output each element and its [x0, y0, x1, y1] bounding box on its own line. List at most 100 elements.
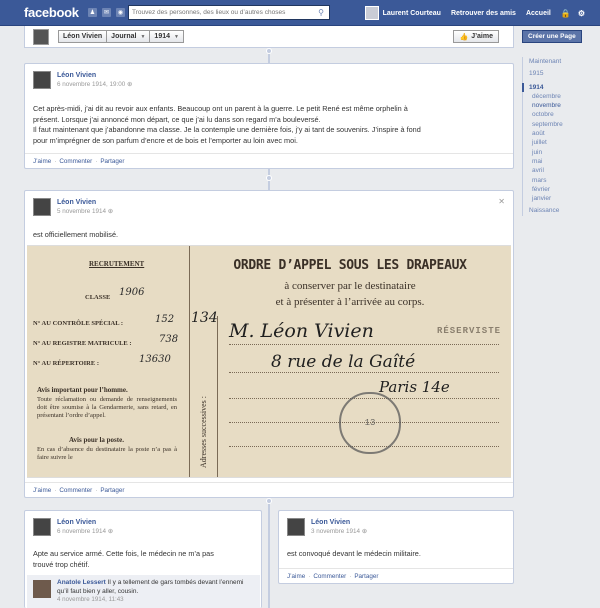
commenter-name[interactable]: Anatole Lessert	[57, 579, 106, 586]
doc-side-number: 134	[191, 310, 218, 326]
post-text-line: Il faut maintenant que j’abandonne ma cl…	[33, 125, 421, 134]
comment-date[interactable]: 4 novembre 1914, 11:43	[57, 596, 254, 605]
doc-matricule-value: 738	[159, 334, 179, 345]
friend-requests-icon[interactable]: ♟	[88, 8, 97, 17]
doc-reserviste-stamp: RÉSERVISTE	[436, 326, 501, 336]
like-page-button[interactable]: 👍 J’aime	[453, 30, 499, 43]
timeline-post: Léon Vivien 6 novembre 1914 ⊕ Apte au se…	[24, 510, 262, 608]
timeline-nav-month[interactable]: février	[523, 185, 582, 194]
home-link[interactable]: Accueil	[526, 10, 551, 17]
user-avatar[interactable]	[364, 6, 379, 20]
profile-thumbnail[interactable]	[33, 29, 49, 45]
timeline-nav-1914[interactable]: 1914	[522, 82, 582, 92]
post-actions: J’aime · Commenter · Partager	[279, 568, 513, 583]
post-date-text[interactable]: 6 novembre 1914	[57, 528, 106, 535]
post-date-text[interactable]: 6 novembre 1914, 19:00	[57, 81, 125, 88]
privacy-lock-icon[interactable]: 🔒	[561, 9, 571, 18]
postmark-stamp: 13	[339, 392, 401, 454]
timeline-nav-1915[interactable]: 1915	[523, 69, 582, 78]
doc-repertoire-value: 13630	[139, 354, 171, 365]
commenter-avatar[interactable]	[33, 580, 51, 598]
breadcrumb-name-label: Léon Vivien	[63, 33, 103, 40]
post-date: 6 novembre 1914 ⊕	[57, 528, 113, 535]
globe-icon: ⊕	[107, 528, 114, 535]
share-link[interactable]: Partager	[100, 487, 124, 494]
mobilization-order-photo[interactable]: RECRUTEMENT CLASSE 1906 N° AU CONTRÔLE S…	[27, 245, 511, 478]
timeline-nav-month[interactable]: novembre	[523, 101, 582, 110]
timeline-post: Léon Vivien 5 novembre 1914 ⊕ ✕ est offi…	[24, 190, 514, 498]
create-page-button[interactable]: Créer une Page	[522, 30, 582, 43]
timeline-nav-month[interactable]: janvier	[523, 194, 582, 203]
close-icon[interactable]: ✕	[498, 197, 505, 206]
search-input[interactable]	[129, 6, 315, 19]
thumbs-up-icon: 👍	[459, 33, 469, 41]
post-author[interactable]: Léon Vivien	[311, 519, 350, 526]
comment-link[interactable]: Commenter	[59, 158, 92, 165]
breadcrumb-year-label: 1914	[154, 33, 170, 40]
breadcrumb-section[interactable]: Journal ▼	[106, 30, 151, 43]
author-avatar[interactable]	[33, 518, 51, 536]
timeline-nav-month[interactable]: septembre	[523, 120, 582, 129]
share-link[interactable]: Partager	[354, 573, 378, 580]
doc-vertical-label: Adresses successives :	[199, 396, 208, 468]
breadcrumb-name[interactable]: Léon Vivien	[58, 30, 108, 43]
timeline-nav-month[interactable]: août	[523, 129, 582, 138]
post-actions: J’aime · Commenter · Partager	[25, 482, 513, 497]
find-friends-link[interactable]: Retrouver des amis	[451, 10, 516, 17]
doc-dotted-line	[229, 372, 499, 373]
timeline-nav-month[interactable]: juillet	[523, 138, 582, 147]
breadcrumb-year[interactable]: 1914 ▼	[149, 30, 184, 43]
chevron-down-icon: ▼	[140, 33, 146, 40]
notifications-icon[interactable]: ◉	[116, 8, 125, 17]
globe-icon: ⊕	[361, 528, 368, 535]
doc-avis2-text: En cas d’absence du destinataire la post…	[37, 446, 177, 461]
chevron-down-icon: ▼	[174, 33, 179, 40]
timeline-dot	[266, 175, 272, 181]
user-name-link[interactable]: Laurent Courteau	[383, 10, 441, 17]
timeline-nav-month[interactable]: octobre	[523, 110, 582, 119]
comment: Anatole Lessert Il y a tellement de gars…	[27, 575, 260, 608]
comment-link[interactable]: Commenter	[59, 487, 92, 494]
timeline-nav-month[interactable]: juin	[523, 148, 582, 157]
share-link[interactable]: Partager	[100, 158, 124, 165]
doc-street: 8 rue de la Gaîté	[271, 352, 416, 372]
like-link[interactable]: J’aime	[33, 487, 51, 494]
doc-city: Paris 14e	[379, 378, 450, 396]
settings-gear-icon[interactable]: ⚙	[578, 9, 585, 18]
doc-controle-value: 152	[155, 314, 175, 325]
messages-icon[interactable]: ✉	[102, 8, 111, 17]
timeline-nav-month[interactable]: mai	[523, 157, 582, 166]
globe-icon: ⊕	[127, 81, 133, 88]
timeline-nav-month[interactable]: mars	[523, 176, 582, 185]
breadcrumb: Léon Vivien Journal ▼ 1914 ▼	[58, 30, 184, 43]
top-nav-right: Laurent Courteau Retrouver des amis Accu…	[364, 0, 592, 26]
author-avatar[interactable]	[33, 198, 51, 216]
search-box: ⚲	[128, 5, 330, 20]
author-avatar[interactable]	[33, 71, 51, 89]
post-date-text[interactable]: 5 novembre 1914	[57, 208, 106, 215]
timeline-nav-month[interactable]: avril	[523, 166, 582, 175]
breadcrumb-section-label: Journal	[111, 33, 137, 40]
post-author[interactable]: Léon Vivien	[57, 199, 96, 206]
post-body: Apte au service armé. Cette fois, le méd…	[25, 541, 261, 572]
post-text-line: trouvé trop chétif.	[33, 559, 90, 569]
doc-recrutement: RECRUTEMENT	[89, 260, 145, 268]
post-actions: J’aime · Commenter · Partager	[25, 153, 513, 168]
post-date: 3 novembre 1914 ⊕	[311, 528, 367, 535]
like-link[interactable]: J’aime	[33, 158, 51, 165]
post-author[interactable]: Léon Vivien	[57, 72, 96, 79]
post-date-text[interactable]: 3 novembre 1914	[311, 528, 360, 535]
notification-jewels: ♟ ✉ ◉	[88, 8, 125, 17]
timeline-nav-month[interactable]: décembre	[523, 92, 582, 101]
timeline-dot	[266, 48, 272, 54]
facebook-logo[interactable]: facebook	[24, 5, 79, 20]
like-link[interactable]: J’aime	[287, 573, 305, 580]
globe-icon: ⊕	[107, 208, 114, 215]
author-avatar[interactable]	[287, 518, 305, 536]
timeline-nav-now[interactable]: Maintenant	[523, 57, 582, 66]
doc-avis2-title: Avis pour la poste.	[69, 436, 124, 444]
timeline-nav-birth[interactable]: Naissance	[523, 206, 582, 215]
post-author[interactable]: Léon Vivien	[57, 519, 96, 526]
search-icon[interactable]: ⚲	[315, 6, 327, 19]
comment-link[interactable]: Commenter	[313, 573, 346, 580]
